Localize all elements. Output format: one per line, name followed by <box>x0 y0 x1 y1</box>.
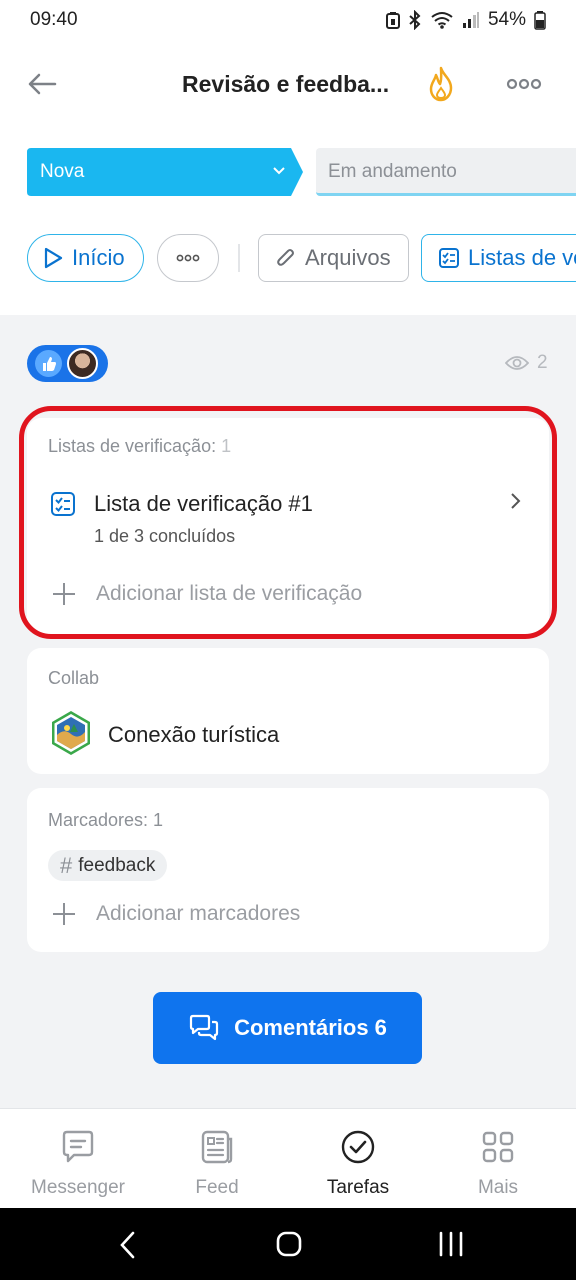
page-title: Revisão e feedba... <box>182 71 390 97</box>
stage-selector: Nova Em andamento <box>0 148 576 198</box>
nav-item-messenger[interactable]: Messenger <box>6 1127 150 1199</box>
checklists-button-label: Listas de ve <box>468 245 576 270</box>
divider <box>238 244 240 272</box>
system-nav-bar <box>0 1208 576 1280</box>
feed-icon <box>201 1130 233 1164</box>
highlight-box <box>19 406 557 639</box>
action-buttons: Início Arquivos Listas de ve <box>0 234 576 284</box>
system-recents-icon[interactable] <box>438 1230 464 1258</box>
bluetooth-icon <box>409 10 421 30</box>
tag-chip[interactable]: # feedback <box>48 850 168 881</box>
bottom-nav: Messenger Feed Tarefas Mais <box>0 1108 576 1208</box>
status-bar: 09:40 54% <box>0 0 576 40</box>
collab-name[interactable]: Conexão turística <box>108 722 279 748</box>
comments-button[interactable]: Comentários 6 <box>153 992 422 1064</box>
system-home-icon[interactable] <box>275 1230 303 1258</box>
top-bar: Revisão e feedba... <box>0 58 576 110</box>
chevron-down-icon <box>273 167 285 175</box>
status-icons: 54% <box>385 9 546 31</box>
nav-label-tarefas: Tarefas <box>326 1177 390 1198</box>
stage-current-label: Nova <box>40 161 85 182</box>
start-button-label: Início <box>72 245 125 270</box>
paperclip-icon <box>277 249 294 266</box>
nav-item-tarefas[interactable]: Tarefas <box>286 1127 430 1199</box>
nav-item-feed[interactable]: Feed <box>145 1127 289 1199</box>
files-button-label: Arquivos <box>305 245 391 270</box>
stage-next-button[interactable]: Em andamento <box>316 148 576 196</box>
nav-label-feed: Feed <box>195 1177 239 1198</box>
play-icon <box>44 247 63 269</box>
status-time: 09:40 <box>30 9 78 30</box>
collab-card-label: Collab <box>48 668 100 688</box>
nav-item-mais[interactable]: Mais <box>426 1127 570 1199</box>
reactions-badge[interactable] <box>27 345 108 382</box>
plus-icon <box>53 903 75 925</box>
arrow-left-icon[interactable] <box>26 68 58 100</box>
eye-icon <box>505 356 529 370</box>
checklists-button[interactable]: Listas de ve <box>421 234 576 282</box>
ellipsis-icon[interactable] <box>506 71 542 97</box>
files-button[interactable]: Arquivos <box>258 234 409 282</box>
nav-label-messenger: Messenger <box>31 1177 125 1198</box>
collab-card: Collab Conexão turística <box>27 648 549 774</box>
tag-label: feedback <box>78 854 156 876</box>
collab-logo[interactable] <box>48 710 94 756</box>
tags-card: Marcadores: 1 # feedback Adicionar marca… <box>27 788 549 952</box>
check-circle-icon <box>341 1130 375 1164</box>
chat-icon <box>62 1130 94 1163</box>
avatar <box>67 348 98 379</box>
task-header: Revisão e feedba... Nova Em andamento In… <box>0 40 576 315</box>
view-count: 2 <box>537 352 548 373</box>
nav-label-mais: Mais <box>477 1177 519 1198</box>
system-back-icon[interactable] <box>118 1230 138 1260</box>
thumbs-up-icon <box>35 350 62 377</box>
stage-next-label: Em andamento <box>328 161 457 182</box>
silent-icon <box>385 12 400 29</box>
checklist-icon <box>439 248 459 268</box>
hash-icon: # <box>60 852 73 878</box>
add-tags-label: Adicionar marcadores <box>96 902 301 925</box>
grid-icon <box>482 1131 514 1163</box>
signal-icon <box>462 12 479 28</box>
view-counter: 2 <box>505 352 548 374</box>
ellipsis-icon <box>176 254 200 262</box>
comments-button-label: Comentários 6 <box>234 1015 387 1040</box>
battery-percent: 54% <box>487 9 526 30</box>
wifi-icon <box>431 12 453 29</box>
battery-icon <box>534 11 546 30</box>
comments-icon <box>189 1014 219 1041</box>
add-tags-button[interactable]: Adicionar marcadores <box>52 902 300 926</box>
start-button[interactable]: Início <box>27 234 144 282</box>
more-actions-button[interactable] <box>157 234 219 282</box>
flame-icon[interactable] <box>424 66 458 102</box>
tags-card-label: Marcadores: 1 <box>48 810 164 830</box>
